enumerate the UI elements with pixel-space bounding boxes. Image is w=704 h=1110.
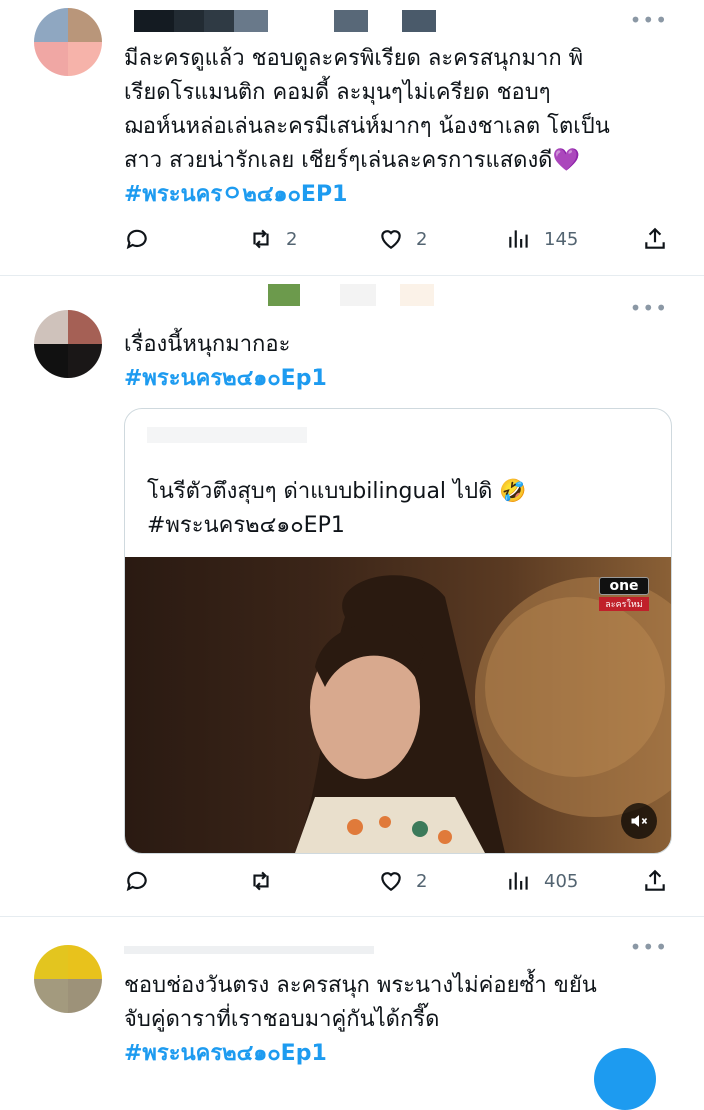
like-count: 2 [416, 228, 428, 250]
video-thumbnail[interactable]: one ละครใหม่ [125, 557, 671, 853]
tweet-text: มีละครดูแล้ว ชอบดูละครพิเรียด ละครสนุกมา… [124, 42, 674, 212]
more-icon[interactable]: ••• [630, 935, 668, 959]
views-count: 145 [544, 228, 579, 250]
tweet-text-line: จับคู่ดาราที่เราชอบมาคู่กันได้กรี๊ด [124, 1007, 440, 1032]
channel-logo-sub: ละครใหม่ [599, 597, 649, 611]
retweet-button[interactable] [248, 866, 274, 896]
quote-text-line: โนรีตัวตึงสุบๆ ด่าแบบbilingual ไปดิ 🤣 [147, 479, 527, 504]
channel-logo-text: one [599, 577, 649, 595]
tweet-text-line: สาว สวยน่ารักเลย เชียร์ๆเล่นละครการแสดงด… [124, 148, 580, 173]
views-button[interactable]: 405 [506, 866, 578, 896]
reply-icon [126, 871, 147, 892]
quote-hashtag[interactable]: #พระนคร๒๔๑๐EP1 [147, 509, 527, 543]
tweet-actions: 2 2 145 [124, 224, 672, 254]
reply-button[interactable] [124, 866, 150, 896]
tweet-2[interactable]: ••• เรื่องนี้หนุกมากอะ #พระนคร๒๔๑๐Ep1 โน… [0, 276, 704, 916]
quote-author-redacted [147, 427, 307, 443]
tweet-actions: 2 405 [124, 866, 672, 896]
avatar[interactable] [34, 310, 102, 378]
views-button[interactable]: 145 [506, 224, 578, 254]
share-icon [645, 869, 665, 891]
more-icon[interactable]: ••• [630, 296, 668, 320]
avatar[interactable] [34, 945, 102, 1013]
retweet-count: 2 [286, 228, 298, 250]
channel-logo: one ละครใหม่ [599, 577, 649, 613]
retweet-icon [253, 229, 269, 249]
share-button[interactable] [642, 224, 668, 254]
tweet-3[interactable]: ••• ชอบช่องวันตรง ละครสนุก พระนางไม่ค่อย… [0, 917, 704, 1080]
heart-icon [381, 872, 401, 891]
tweet-text-line: เรียดโรแมนติก คอมดี้ ละมุนๆไม่เครียด ชอบ… [124, 80, 551, 105]
tweet-text: ชอบช่องวันตรง ละครสนุก พระนางไม่ค่อยซ้ำ … [124, 969, 674, 1071]
author-name-redacted[interactable] [124, 939, 374, 961]
author-name-redacted[interactable] [190, 284, 460, 306]
retweet-button[interactable]: 2 [248, 224, 297, 254]
reply-icon [126, 229, 147, 250]
hashtag-link[interactable]: #พระนคร๒๔๑๐Ep1 [124, 362, 674, 396]
quote-text: โนรีตัวตึงสุบๆ ด่าแบบbilingual ไปดิ 🤣 #พ… [147, 475, 527, 543]
heart-icon [381, 230, 401, 249]
tweet-text-line: ฌอห์นหล่อเล่นละครมีเสน่ห์มากๆ น้องชาเลต … [124, 114, 610, 139]
tweet-text-line: ชอบช่องวันตรง ละครสนุก พระนางไม่ค่อยซ้ำ … [124, 973, 597, 998]
reply-button[interactable] [124, 224, 150, 254]
tweet-text-line: มีละครดูแล้ว ชอบดูละครพิเรียด ละครสนุกมา… [124, 46, 584, 71]
views-icon [509, 872, 528, 890]
tweet-1[interactable]: ••• มีละครดูแล้ว ชอบดูละครพิเรียด ละครสน… [0, 0, 704, 275]
share-icon [645, 227, 665, 249]
mute-button[interactable] [621, 803, 657, 839]
retweet-icon [253, 871, 269, 891]
author-name-redacted[interactable] [134, 10, 436, 32]
like-button[interactable]: 2 [378, 224, 427, 254]
avatar[interactable] [34, 8, 102, 76]
quote-tweet-card[interactable]: โนรีตัวตึงสุบๆ ด่าแบบbilingual ไปดิ 🤣 #พ… [124, 408, 672, 854]
views-count: 405 [544, 870, 579, 892]
video-frame-illustration [295, 575, 671, 853]
mute-icon [631, 815, 648, 827]
share-button[interactable] [642, 866, 668, 896]
tweet-text: เรื่องนี้หนุกมากอะ #พระนคร๒๔๑๐Ep1 [124, 328, 674, 396]
more-icon[interactable]: ••• [630, 8, 668, 32]
tweet-text-line: เรื่องนี้หนุกมากอะ [124, 332, 291, 357]
like-button[interactable]: 2 [378, 866, 427, 896]
hashtag-link[interactable]: #พระนครㅇ๒๔๑๐EP1 [124, 178, 674, 212]
compose-tweet-button[interactable] [594, 1048, 656, 1110]
hashtag-link[interactable]: #พระนคร๒๔๑๐Ep1 [124, 1037, 674, 1071]
views-icon [509, 230, 528, 248]
like-count: 2 [416, 870, 428, 892]
